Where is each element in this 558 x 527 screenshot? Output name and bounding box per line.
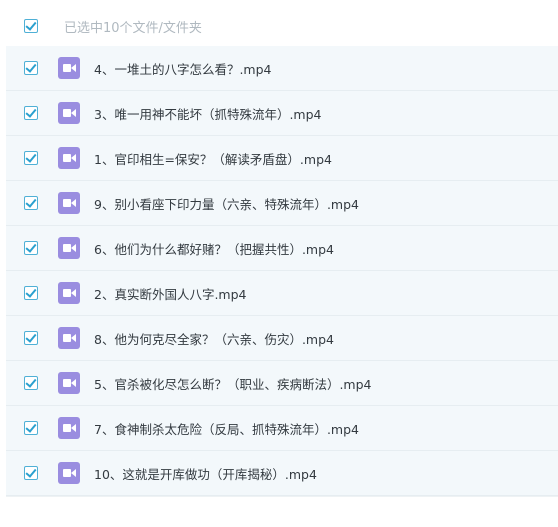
file-checkbox[interactable] [24, 331, 38, 345]
check-icon [25, 466, 37, 478]
file-row[interactable]: 3、唯一用神不能坏（抓特殊流年）.mp4 [6, 91, 558, 136]
file-row[interactable]: 2、真实断外国人八字.mp4 [6, 271, 558, 316]
video-file-icon [58, 327, 80, 349]
select-all-checkbox[interactable] [24, 19, 38, 33]
video-file-icon [58, 192, 80, 214]
file-name[interactable]: 6、他们为什么都好赌？（把握共性）.mp4 [94, 239, 334, 258]
file-list-panel: 已选中10个文件/文件夹 4、一堆土的八字怎么看？.mp4 3、唯一用神不能坏（… [0, 0, 558, 527]
video-file-icon [58, 282, 80, 304]
file-checkbox[interactable] [24, 241, 38, 255]
file-name[interactable]: 9、别小看座下印力量（六亲、特殊流年）.mp4 [94, 194, 359, 213]
file-row[interactable]: 7、食神制杀太危险（反局、抓特殊流年）.mp4 [6, 406, 558, 451]
file-checkbox[interactable] [24, 196, 38, 210]
file-checkbox[interactable] [24, 421, 38, 435]
video-file-icon [58, 57, 80, 79]
file-checkbox[interactable] [24, 151, 38, 165]
file-checkbox[interactable] [24, 466, 38, 480]
check-icon [25, 376, 37, 388]
check-icon [25, 151, 37, 163]
file-checkbox[interactable] [24, 286, 38, 300]
file-row[interactable]: 4、一堆土的八字怎么看？.mp4 [6, 46, 558, 91]
file-name[interactable]: 7、食神制杀太危险（反局、抓特殊流年）.mp4 [94, 419, 359, 438]
video-file-icon [58, 462, 80, 484]
file-name[interactable]: 8、他为何克尽全家？（六亲、伤灾）.mp4 [94, 329, 334, 348]
file-name[interactable]: 3、唯一用神不能坏（抓特殊流年）.mp4 [94, 104, 322, 123]
check-icon [25, 61, 37, 73]
check-icon [25, 331, 37, 343]
file-checkbox[interactable] [24, 106, 38, 120]
video-file-icon [58, 237, 80, 259]
file-row[interactable]: 9、别小看座下印力量（六亲、特殊流年）.mp4 [6, 181, 558, 226]
selection-header: 已选中10个文件/文件夹 [6, 6, 558, 47]
file-name[interactable]: 1、官印相生=保安？（解读矛盾盘）.mp4 [94, 149, 332, 168]
check-icon [25, 19, 37, 31]
file-row[interactable]: 5、官杀被化尽怎么断？（职业、疾病断法）.mp4 [6, 361, 558, 406]
file-list: 4、一堆土的八字怎么看？.mp4 3、唯一用神不能坏（抓特殊流年）.mp4 1、… [6, 46, 558, 496]
video-file-icon [58, 417, 80, 439]
file-row[interactable]: 1、官印相生=保安？（解读矛盾盘）.mp4 [6, 136, 558, 181]
file-name[interactable]: 10、这就是开库做功（开库揭秘）.mp4 [94, 464, 317, 483]
file-name[interactable]: 2、真实断外国人八字.mp4 [94, 284, 247, 303]
check-icon [25, 106, 37, 118]
selected-count-label: 已选中10个文件/文件夹 [64, 20, 202, 36]
file-checkbox[interactable] [24, 61, 38, 75]
check-icon [25, 286, 37, 298]
list-footer [6, 496, 558, 527]
file-checkbox[interactable] [24, 376, 38, 390]
video-file-icon [58, 102, 80, 124]
check-icon [25, 241, 37, 253]
file-row[interactable]: 6、他们为什么都好赌？（把握共性）.mp4 [6, 226, 558, 271]
file-row[interactable]: 10、这就是开库做功（开库揭秘）.mp4 [6, 451, 558, 496]
video-file-icon [58, 372, 80, 394]
file-name[interactable]: 5、官杀被化尽怎么断？（职业、疾病断法）.mp4 [94, 374, 372, 393]
check-icon [25, 196, 37, 208]
check-icon [25, 421, 37, 433]
file-row[interactable]: 8、他为何克尽全家？（六亲、伤灾）.mp4 [6, 316, 558, 361]
file-name[interactable]: 4、一堆土的八字怎么看？.mp4 [94, 59, 272, 78]
video-file-icon [58, 147, 80, 169]
